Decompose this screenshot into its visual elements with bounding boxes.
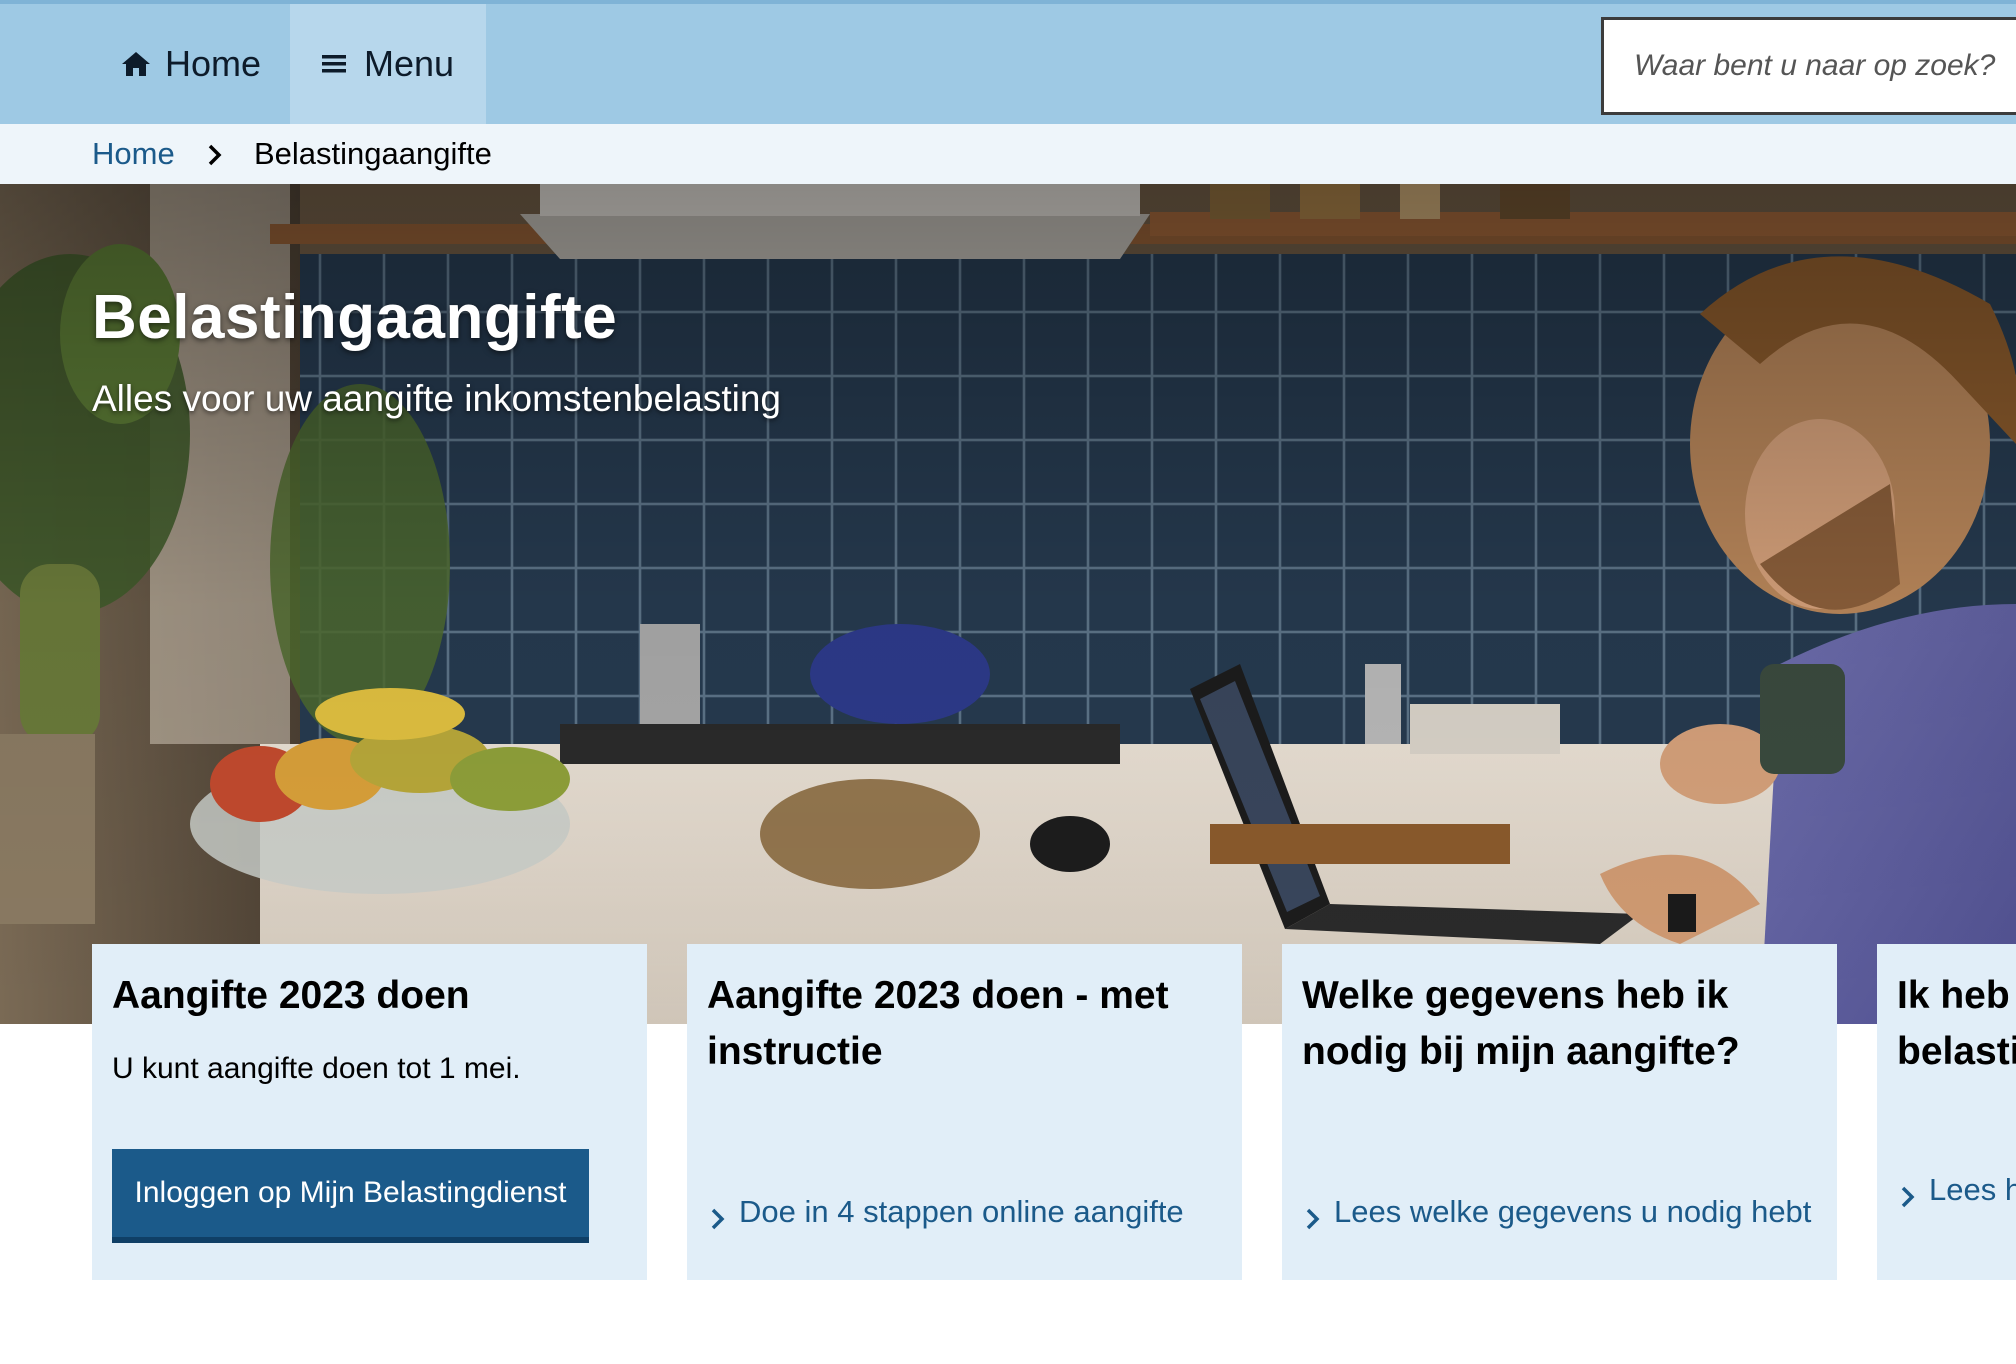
card-ik-heb-belasting: Ik heb belasti Lees h aangif (1877, 944, 2016, 1280)
chevron-right-icon (207, 140, 223, 176)
card-link-partial[interactable]: Lees h aangif (1901, 1169, 2016, 1220)
card-title: Aangifte 2023 doen - met instructie (707, 974, 1169, 1073)
nav-menu-button[interactable]: Menu (290, 4, 486, 124)
card-title: Welke gegevens heb ik nodig bij mijn aan… (1302, 974, 1740, 1073)
card-aangifte-doen: Aangifte 2023 doen U kunt aangifte doen … (92, 944, 647, 1280)
card-title: Aangifte 2023 doen (112, 974, 470, 1017)
card-link-label: Lees welke gegevens u nodig hebt (1334, 1194, 1812, 1229)
search-input[interactable] (1604, 20, 2016, 112)
chevron-right-icon (1306, 1200, 1320, 1242)
page-subtitle: Alles voor uw aangifte inkomstenbelastin… (92, 378, 781, 419)
home-icon (121, 50, 151, 78)
hamburger-menu-icon (321, 53, 346, 75)
chevron-right-icon (1901, 1178, 1915, 1220)
card-aangifte-met-instructie: Aangifte 2023 doen - met instructie Doe … (687, 944, 1242, 1280)
card-link-label: Doe in 4 stappen online aangifte (739, 1194, 1184, 1229)
nav-menu-label: Menu (363, 43, 455, 84)
breadcrumb: Home Belastingaangifte (0, 124, 2016, 184)
top-navigation-bar: Home Menu (0, 0, 2016, 124)
chevron-right-icon (711, 1200, 725, 1242)
nav-home-label: Home (164, 43, 262, 84)
nav-home-link[interactable]: Home (92, 4, 290, 124)
login-mijn-belastingdienst-button[interactable]: Inloggen op Mijn Belastingdienst (112, 1149, 589, 1243)
page-title: Belastingaangifte (92, 283, 618, 352)
card-link-gegevens[interactable]: Lees welke gegevens u nodig hebt (1306, 1191, 1811, 1242)
card-welke-gegevens: Welke gegevens heb ik nodig bij mijn aan… (1282, 944, 1837, 1280)
hero-banner: Belastingaangifte Alles voor uw aangifte… (0, 184, 2016, 1024)
breadcrumb-current: Belastingaangifte (254, 136, 492, 171)
search-box (1601, 17, 2016, 115)
card-link-online-aangifte[interactable]: Doe in 4 stappen online aangifte (711, 1191, 1184, 1242)
card-link-label: Lees h aangif (1929, 1172, 2016, 1207)
card-text: U kunt aangifte doen tot 1 mei. (112, 1052, 521, 1085)
breadcrumb-home-link[interactable]: Home (92, 136, 175, 172)
card-title: Ik heb belasti (1897, 974, 2016, 1073)
